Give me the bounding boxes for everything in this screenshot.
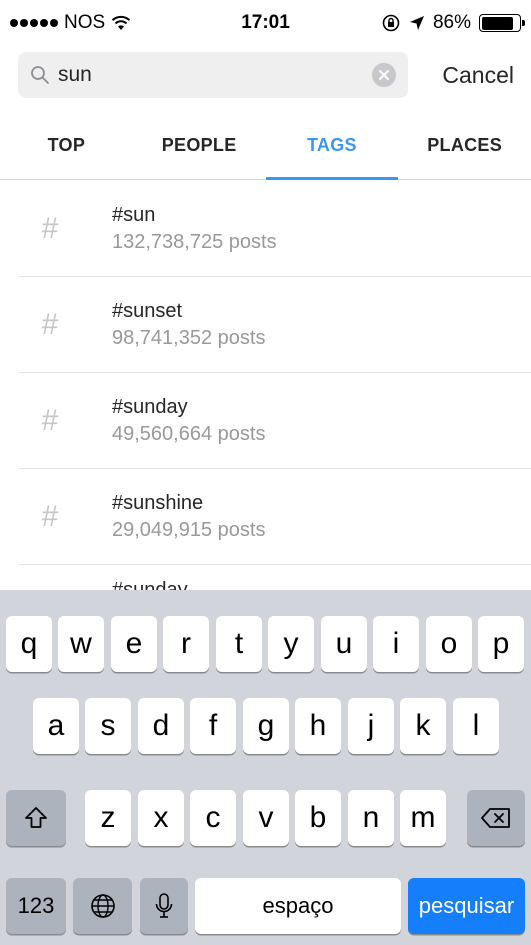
post-count: 49,560,664 posts bbox=[112, 423, 266, 445]
key-c[interactable]: c bbox=[190, 790, 236, 846]
wifi-icon bbox=[112, 15, 131, 30]
backspace-icon bbox=[481, 808, 510, 828]
carrier-name: NOS bbox=[64, 12, 106, 33]
tab-top[interactable]: TOP bbox=[0, 112, 133, 179]
key-m[interactable]: m bbox=[400, 790, 446, 846]
key-r[interactable]: r bbox=[163, 616, 209, 672]
battery-icon bbox=[479, 14, 525, 32]
key-o[interactable]: o bbox=[426, 616, 472, 672]
list-item[interactable]: # #sunday 49,560,664 posts bbox=[0, 373, 531, 469]
hashtag-icon: # bbox=[41, 404, 59, 437]
key-f[interactable]: f bbox=[190, 698, 236, 754]
tab-tags[interactable]: TAGS bbox=[265, 112, 399, 180]
microphone-icon bbox=[155, 893, 173, 918]
status-indicators: 86% bbox=[331, 12, 525, 34]
keyboard: q w e r t y u i o p a s d f g h j k l z … bbox=[0, 590, 531, 945]
globe-icon bbox=[90, 894, 115, 918]
key-d[interactable]: d bbox=[138, 698, 184, 754]
key-j[interactable]: j bbox=[348, 698, 394, 754]
post-count: 132,738,725 posts bbox=[112, 231, 277, 253]
battery-percent: 86% bbox=[432, 12, 471, 33]
list-item[interactable]: # #sunshine 29,049,915 posts bbox=[0, 469, 531, 565]
search-input[interactable] bbox=[58, 63, 372, 87]
shift-key[interactable] bbox=[6, 790, 66, 846]
dictation-key[interactable] bbox=[140, 878, 188, 934]
numbers-key[interactable]: 123 bbox=[6, 878, 66, 934]
key-p[interactable]: p bbox=[478, 616, 524, 672]
tag-name: #sunday bbox=[112, 396, 188, 418]
key-b[interactable]: b bbox=[295, 790, 341, 846]
key-k[interactable]: k bbox=[400, 698, 446, 754]
status-bar: NOS 17:01 86% bbox=[0, 0, 531, 46]
key-n[interactable]: n bbox=[348, 790, 394, 846]
key-w[interactable]: w bbox=[58, 616, 104, 672]
globe-key[interactable] bbox=[73, 878, 132, 934]
tag-results-list: # #sun 132,738,725 posts # #sunset 98,74… bbox=[0, 181, 531, 595]
close-icon bbox=[379, 70, 389, 80]
orientation-lock-icon bbox=[382, 14, 400, 32]
key-v[interactable]: v bbox=[243, 790, 289, 846]
tag-name: #sunshine bbox=[112, 492, 204, 514]
search-row: Cancel bbox=[18, 52, 518, 98]
key-z[interactable]: z bbox=[85, 790, 131, 846]
list-item[interactable]: # #sun 132,738,725 posts bbox=[0, 181, 531, 277]
search-key[interactable]: pesquisar bbox=[408, 878, 525, 934]
carrier-info: NOS bbox=[10, 12, 200, 34]
list-item[interactable]: # #sunset 98,741,352 posts bbox=[0, 277, 531, 373]
clear-search-button[interactable] bbox=[372, 63, 396, 87]
key-i[interactable]: i bbox=[373, 616, 419, 672]
key-g[interactable]: g bbox=[243, 698, 289, 754]
key-s[interactable]: s bbox=[85, 698, 131, 754]
key-u[interactable]: u bbox=[321, 616, 367, 672]
hashtag-icon: # bbox=[41, 500, 59, 533]
key-y[interactable]: y bbox=[268, 616, 314, 672]
post-count: 98,741,352 posts bbox=[112, 327, 266, 349]
backspace-key[interactable] bbox=[467, 790, 525, 846]
status-time: 17:01 bbox=[241, 12, 290, 33]
tab-people[interactable]: PEOPLE bbox=[133, 112, 266, 179]
space-key[interactable]: espaço bbox=[195, 878, 401, 934]
key-h[interactable]: h bbox=[295, 698, 341, 754]
tag-name: #sunset bbox=[112, 300, 183, 322]
key-e[interactable]: e bbox=[111, 616, 157, 672]
hashtag-icon: # bbox=[41, 212, 59, 245]
hashtag-icon: # bbox=[41, 308, 59, 341]
tag-name: #sun bbox=[112, 204, 156, 226]
key-q[interactable]: q bbox=[6, 616, 52, 672]
key-a[interactable]: a bbox=[33, 698, 79, 754]
battery-fill bbox=[481, 16, 514, 30]
search-box[interactable] bbox=[18, 52, 408, 98]
shift-icon bbox=[25, 807, 47, 828]
signal-strength-icon bbox=[10, 19, 58, 27]
post-count: 29,049,915 posts bbox=[112, 519, 266, 541]
key-l[interactable]: l bbox=[453, 698, 499, 754]
search-icon bbox=[31, 66, 49, 84]
cancel-button[interactable]: Cancel bbox=[442, 62, 518, 89]
location-arrow-icon bbox=[409, 16, 424, 30]
key-x[interactable]: x bbox=[138, 790, 184, 846]
search-tabs: TOP PEOPLE TAGS PLACES bbox=[0, 112, 531, 180]
key-t[interactable]: t bbox=[216, 616, 262, 672]
tab-places[interactable]: PLACES bbox=[398, 112, 531, 179]
